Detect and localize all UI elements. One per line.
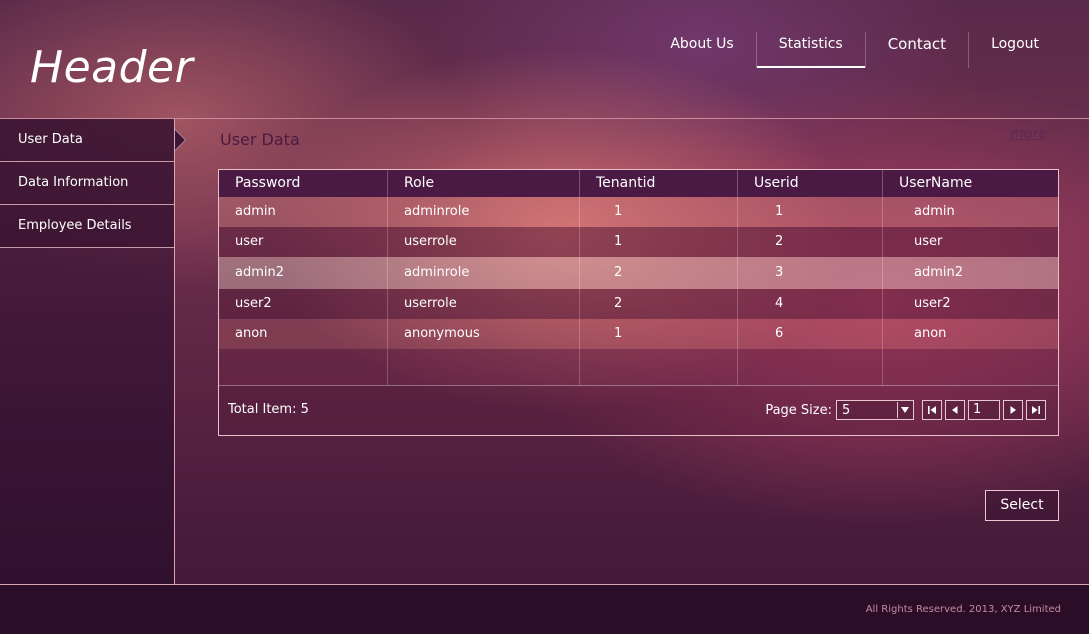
cell-password: anon	[235, 326, 268, 341]
table-row[interactable]: user2 userrole 2 4 user2	[219, 289, 1058, 319]
user-data-grid: Password Role Tenantid Userid UserName a…	[218, 169, 1059, 436]
next-page-button[interactable]	[1003, 400, 1023, 420]
cell-userid: 3	[775, 265, 784, 280]
sidebar-item-data-information[interactable]: Data Information	[0, 162, 174, 205]
current-page-input[interactable]: 1	[968, 400, 1000, 420]
first-page-button[interactable]	[922, 400, 942, 420]
cell-role: adminrole	[404, 204, 470, 219]
column-header-password[interactable]: Password	[219, 170, 388, 197]
more-link[interactable]: more	[1010, 126, 1047, 142]
cell-role: userrole	[404, 234, 457, 249]
column-header-role[interactable]: Role	[388, 170, 580, 197]
cell-role: userrole	[404, 296, 457, 311]
total-items: Total Item: 5	[228, 402, 309, 417]
cell-tenantid: 2	[614, 296, 623, 311]
main-nav: About Us Statistics Contact Logout	[648, 32, 1061, 68]
grid-header-row: Password Role Tenantid Userid UserName	[219, 170, 1058, 197]
last-page-icon	[1032, 406, 1040, 414]
table-row[interactable]: admin2 adminrole 2 3 admin2	[219, 257, 1058, 289]
sidebar-item-employee-details[interactable]: Employee Details	[0, 205, 174, 248]
nav-contact[interactable]: Contact	[864, 32, 968, 68]
nav-statistics[interactable]: Statistics	[755, 32, 865, 68]
cell-tenantid: 1	[614, 326, 623, 341]
previous-page-icon	[952, 406, 958, 414]
cell-username: anon	[914, 326, 947, 341]
cell-password: user2	[235, 296, 272, 311]
page-title: User Data	[220, 130, 300, 149]
nav-about-us[interactable]: About Us	[648, 32, 755, 68]
cell-userid: 1	[775, 204, 784, 219]
sidebar: User Data Data Information Employee Deta…	[0, 119, 186, 584]
cell-password: admin2	[235, 265, 285, 280]
table-row[interactable]: user userrole 1 2 user	[219, 227, 1058, 257]
previous-page-button[interactable]	[945, 400, 965, 420]
grid-footer: Total Item: 5 Page Size: 5 1	[219, 385, 1058, 435]
pager: Page Size: 5 1	[765, 400, 1046, 420]
cell-role: adminrole	[404, 265, 470, 280]
cell-tenantid: 1	[614, 234, 623, 249]
last-page-button[interactable]	[1026, 400, 1046, 420]
chevron-down-icon[interactable]	[897, 402, 912, 418]
grid-body: admin adminrole 1 1 admin user userrole …	[219, 197, 1058, 385]
page-size-label: Page Size:	[765, 402, 832, 418]
table-row[interactable]: admin adminrole 1 1 admin	[219, 197, 1058, 227]
empty-row	[219, 349, 1058, 385]
top-header: Header About Us Statistics Contact Logou…	[0, 0, 1089, 118]
cell-tenantid: 1	[614, 204, 623, 219]
select-button[interactable]: Select	[985, 490, 1059, 521]
cell-userid: 6	[775, 326, 784, 341]
sidebar-item-user-data[interactable]: User Data	[0, 119, 186, 162]
cell-tenantid: 2	[614, 265, 623, 280]
cell-username: user2	[914, 296, 951, 311]
copyright-text: All Rights Reserved. 2013, XYZ Limited	[865, 604, 1061, 615]
cell-username: admin2	[914, 265, 964, 280]
cell-userid: 4	[775, 296, 784, 311]
page-size-select[interactable]: 5	[836, 400, 914, 420]
brand-header: Header	[30, 42, 194, 93]
cell-userid: 2	[775, 234, 784, 249]
cell-role: anonymous	[404, 326, 480, 341]
next-page-icon	[1010, 406, 1016, 414]
cell-username: user	[914, 234, 943, 249]
cell-password: user	[235, 234, 264, 249]
column-header-username[interactable]: UserName	[883, 170, 1058, 197]
nav-logout[interactable]: Logout	[968, 32, 1061, 68]
page-size-value: 5	[842, 402, 851, 418]
first-page-icon	[928, 406, 936, 414]
column-header-tenantid[interactable]: Tenantid	[580, 170, 738, 197]
column-header-userid[interactable]: Userid	[738, 170, 883, 197]
cell-username: admin	[914, 204, 955, 219]
footer: All Rights Reserved. 2013, XYZ Limited	[0, 585, 1089, 634]
cell-password: admin	[235, 204, 276, 219]
table-row[interactable]: anon anonymous 1 6 anon	[219, 319, 1058, 349]
